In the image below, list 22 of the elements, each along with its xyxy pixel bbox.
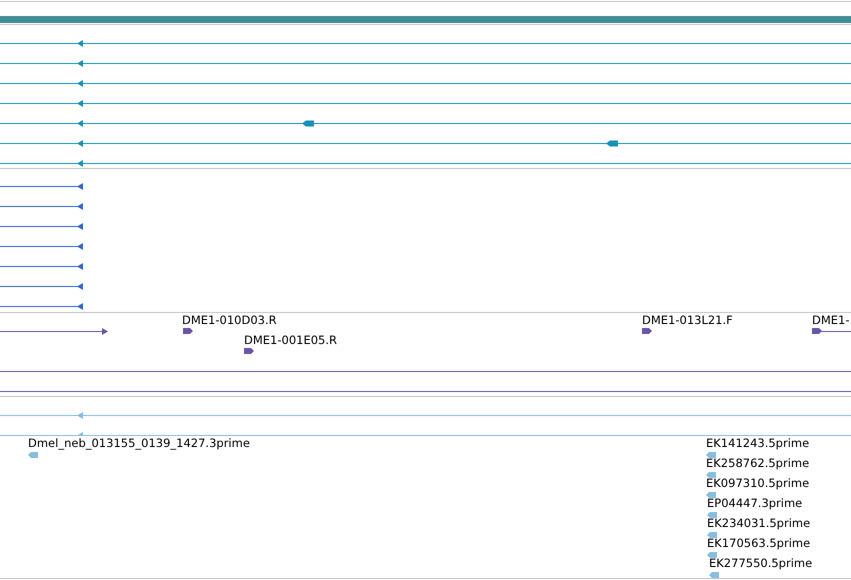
feature-label: EK277550.5prime xyxy=(709,556,812,570)
feature-label: EK258762.5prime xyxy=(706,456,810,470)
feature-glyph[interactable] xyxy=(811,327,851,335)
feature-label: EK170563.5prime xyxy=(707,536,810,550)
feature-glyph[interactable] xyxy=(705,491,718,499)
feature-label: Dmel_neb_013155_0139_1427.3prime xyxy=(28,436,250,450)
feature-label: EP04447.3prime xyxy=(707,496,802,510)
feature-label: DME1-010D03.R xyxy=(182,313,277,327)
feature-glyph[interactable] xyxy=(182,327,195,335)
feature-glyph[interactable] xyxy=(641,327,654,335)
feature-glyph[interactable] xyxy=(705,471,718,479)
feature-label: DME1-001E05.R xyxy=(244,333,338,347)
feature-glyph[interactable] xyxy=(706,511,719,519)
feature-label: EK234031.5prime xyxy=(707,516,810,530)
feature-glyph[interactable] xyxy=(705,451,718,459)
feature-glyph[interactable] xyxy=(706,531,719,539)
feature-label: EK097310.5prime xyxy=(706,476,810,490)
feature-glyph[interactable] xyxy=(706,551,719,559)
feature-label: DME1-013L21.F xyxy=(642,313,733,327)
feature-label: EK141243.5prime xyxy=(706,436,810,450)
feature-label: DME1- xyxy=(812,313,850,327)
feature-glyph[interactable] xyxy=(243,347,256,355)
